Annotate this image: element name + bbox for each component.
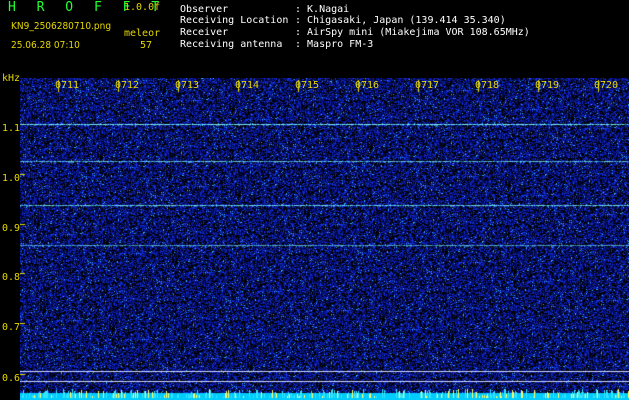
datetime-label: 25.06.28 07:10 [11,40,80,51]
echo-count: 57 [140,40,153,51]
location-key: Receiving Location [180,15,289,26]
version-label: 1.0.0f [124,2,161,13]
x-tick-label: 0720 [594,80,619,91]
y-tick-label: 0.6 [2,373,21,384]
software-label: meleor [124,28,161,39]
x-tick-label: 0719 [535,80,560,91]
spectrogram-canvas [20,78,629,400]
x-tick-label: 0717 [415,80,440,91]
receiver-key: Receiver [180,27,229,38]
y-tick-label: 1.0 [2,173,21,184]
x-tick-label: 0716 [355,80,380,91]
location-value: : Chigasaki, Japan (139.414 35.340) [295,15,506,26]
y-tick-label: 1.1 [2,123,21,134]
x-tick-label: 0718 [475,80,500,91]
filename-label: KN9_2506280710.png [11,21,112,32]
y-tick-label: 0.8 [2,272,21,283]
receiver-value: : AirSpy mini (Miakejima VOR 108.65MHz) [295,27,530,38]
antenna-key: Receiving antenna [180,39,283,50]
observer-key: Observer [180,4,229,15]
y-tick-label: 0.9 [2,223,21,234]
x-tick-label: 0712 [115,80,140,91]
observer-value: : K.Nagai [295,4,350,15]
x-tick-label: 0711 [55,80,80,91]
spectrogram-plot [20,78,629,400]
x-tick-label: 0713 [175,80,200,91]
antenna-value: : Maspro FM-3 [295,39,374,50]
axis-unit-label: kHz [2,73,21,84]
x-tick-label: 0715 [295,80,320,91]
x-tick-label: 0714 [235,80,260,91]
y-tick-label: 0.7 [2,322,21,333]
